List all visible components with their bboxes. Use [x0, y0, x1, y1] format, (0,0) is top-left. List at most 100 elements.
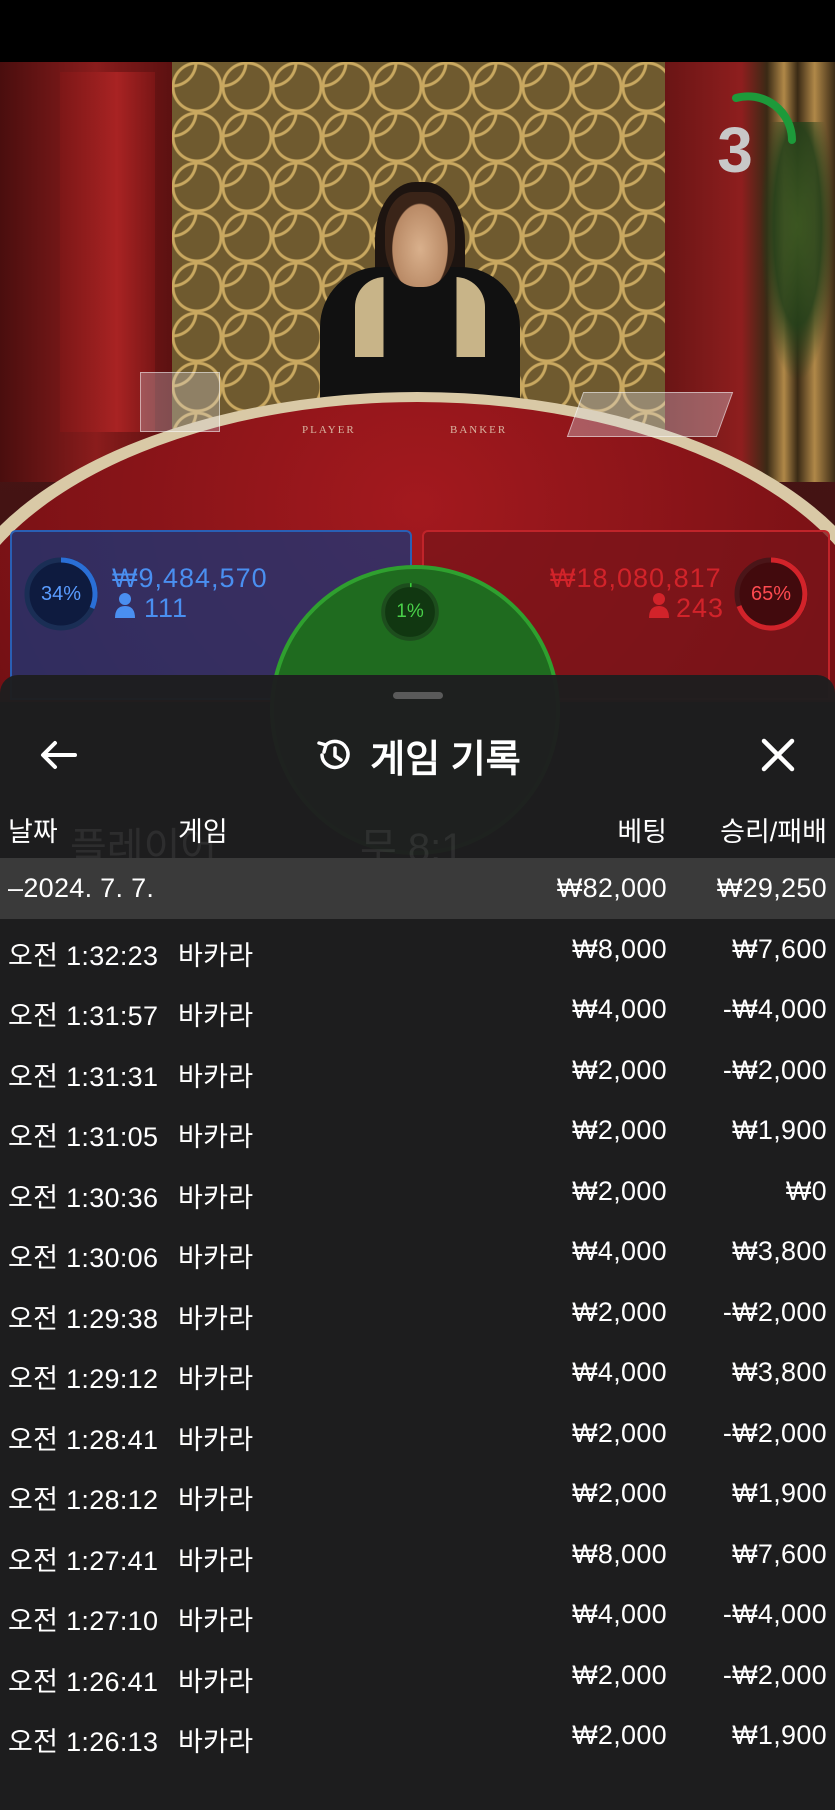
row-winloss: ₩3,800	[732, 1236, 827, 1266]
row-bet: ₩4,000	[572, 994, 667, 1024]
column-header-bet[interactable]: 베팅	[617, 810, 667, 849]
player-total-amount: ₩9,484,570	[112, 563, 268, 593]
row-time: 오전 1:29:12	[8, 1364, 159, 1394]
history-row[interactable]: 오전 1:27:41 바카라 ₩8,000 ₩7,600	[0, 1524, 835, 1585]
history-row[interactable]: 오전 1:32:23 바카라 ₩8,000 ₩7,600	[0, 919, 835, 980]
row-time: 오전 1:30:36	[8, 1182, 159, 1213]
date-summary-row[interactable]: –2024. 7. 7. ₩82,000 ₩29,250	[0, 858, 835, 919]
row-bet: ₩2,000	[572, 1296, 667, 1327]
row-game: 바카라	[178, 1122, 254, 1152]
row-time: 오전 1:27:41	[8, 1545, 159, 1576]
player-percent: 34%	[40, 583, 82, 605]
close-button[interactable]	[750, 727, 806, 783]
row-bet: ₩2,000	[572, 1115, 667, 1145]
close-icon	[761, 738, 795, 772]
row-time: 오전 1:30:06	[8, 1243, 159, 1273]
history-table: –2024. 7. 7. ₩82,000 ₩29,250 오전 1:32:23 바…	[0, 858, 835, 1766]
dealer-vest	[355, 277, 485, 357]
row-time: 오전 1:31:31	[8, 1061, 159, 1092]
row-bet: ₩4,000	[572, 1599, 667, 1629]
history-row[interactable]: 오전 1:26:13 바카라 ₩2,000 ₩1,900	[0, 1705, 835, 1766]
felt-label-banker: BANKER	[450, 424, 508, 436]
back-button[interactable]	[30, 727, 86, 783]
row-game: 바카라	[178, 1606, 254, 1636]
row-game: 바카라	[178, 1727, 254, 1757]
row-winloss: ₩1,900	[732, 1720, 827, 1750]
row-bet: ₩2,000	[572, 1478, 667, 1508]
history-row[interactable]: 오전 1:27:10 바카라 ₩4,000 -₩4,000	[0, 1584, 835, 1645]
row-game: 바카라	[178, 1243, 254, 1273]
history-row[interactable]: 오전 1:30:36 바카라 ₩2,000 ₩0	[0, 1161, 835, 1222]
person-icon	[649, 593, 669, 618]
dealer-head	[385, 192, 455, 287]
row-winloss: ₩0	[785, 1175, 827, 1206]
column-header-game[interactable]: 게임	[178, 810, 228, 849]
row-winloss: -₩2,000	[722, 1054, 827, 1085]
row-bet: ₩2,000	[572, 1720, 667, 1750]
row-winloss: -₩2,000	[722, 1659, 827, 1690]
person-icon	[115, 593, 135, 618]
history-row[interactable]: 오전 1:31:57 바카라 ₩4,000 -₩4,000	[0, 979, 835, 1040]
row-time: 오전 1:28:12	[8, 1485, 159, 1515]
row-winloss: ₩1,900	[732, 1478, 827, 1508]
row-game: 바카라	[178, 1303, 254, 1334]
history-row[interactable]: 오전 1:28:12 바카라 ₩2,000 ₩1,900	[0, 1463, 835, 1524]
status-bar	[0, 0, 835, 62]
row-winloss: -₩2,000	[722, 1296, 827, 1327]
felt-label-player: PLAYER	[302, 424, 356, 436]
sheet-title: 게임 기록	[370, 738, 521, 781]
history-row[interactable]: 오전 1:31:05 바카라 ₩2,000 ₩1,900	[0, 1100, 835, 1161]
summary-date: –2024. 7. 7.	[8, 873, 155, 903]
row-bet: ₩4,000	[572, 1357, 667, 1387]
countdown-number: 3	[717, 114, 753, 186]
row-winloss: ₩7,600	[732, 1538, 827, 1569]
row-game: 바카라	[178, 1424, 254, 1455]
row-bet: ₩4,000	[572, 1236, 667, 1266]
row-time: 오전 1:28:41	[8, 1424, 159, 1455]
row-bet: ₩2,000	[572, 1417, 667, 1448]
column-header-winloss[interactable]: 승리/패배	[720, 810, 827, 849]
row-game: 바카라	[178, 1364, 254, 1394]
row-bet: ₩2,000	[572, 1175, 667, 1206]
row-winloss: ₩7,600	[732, 933, 827, 964]
player-count: 111	[144, 593, 189, 623]
row-game: 바카라	[178, 1666, 254, 1697]
history-row[interactable]: 오전 1:26:41 바카라 ₩2,000 -₩2,000	[0, 1645, 835, 1706]
history-row[interactable]: 오전 1:28:41 바카라 ₩2,000 -₩2,000	[0, 1403, 835, 1464]
row-winloss: -₩4,000	[722, 1599, 827, 1629]
column-header-date[interactable]: 날짜	[8, 810, 58, 849]
row-bet: ₩2,000	[572, 1659, 667, 1690]
row-time: 오전 1:27:10	[8, 1606, 159, 1636]
row-time: 오전 1:26:13	[8, 1727, 159, 1757]
row-game: 바카라	[178, 1001, 254, 1031]
row-bet: ₩8,000	[572, 933, 667, 964]
row-game: 바카라	[178, 1545, 254, 1576]
row-time: 오전 1:31:57	[8, 1001, 159, 1031]
row-bet: ₩8,000	[572, 1538, 667, 1569]
row-winloss: -₩2,000	[722, 1417, 827, 1448]
row-game: 바카라	[178, 940, 254, 971]
history-row[interactable]: 오전 1:30:06 바카라 ₩4,000 ₩3,800	[0, 1221, 835, 1282]
row-winloss: ₩3,800	[732, 1357, 827, 1387]
banker-percent: 65%	[750, 583, 792, 605]
sheet-header: 게임 기록	[0, 727, 835, 783]
sheet-drag-handle[interactable]	[393, 692, 443, 699]
discard-tray	[140, 372, 220, 432]
summary-winloss: ₩29,250	[716, 873, 827, 903]
tie-percent: 1%	[396, 601, 424, 622]
history-row[interactable]: 오전 1:29:38 바카라 ₩2,000 -₩2,000	[0, 1282, 835, 1343]
history-row[interactable]: 오전 1:31:31 바카라 ₩2,000 -₩2,000	[0, 1040, 835, 1101]
row-winloss: ₩1,900	[732, 1115, 827, 1145]
game-history-sheet: 게임 기록 플레이어 무 8:1 날짜 게임 베팅 승리/패배 –2024. 7…	[0, 675, 835, 1810]
row-time: 오전 1:31:05	[8, 1122, 159, 1152]
summary-bet: ₩82,000	[556, 873, 667, 903]
row-winloss: -₩4,000	[722, 994, 827, 1024]
row-game: 바카라	[178, 1182, 254, 1213]
row-bet: ₩2,000	[572, 1054, 667, 1085]
row-time: 오전 1:29:38	[8, 1303, 159, 1334]
card-shoe	[566, 392, 734, 437]
banker-count: 243	[676, 593, 725, 623]
history-row[interactable]: 오전 1:29:12 바카라 ₩4,000 ₩3,800	[0, 1342, 835, 1403]
history-clock-icon	[317, 739, 350, 770]
banker-total-amount: ₩18,080,817	[550, 563, 722, 593]
